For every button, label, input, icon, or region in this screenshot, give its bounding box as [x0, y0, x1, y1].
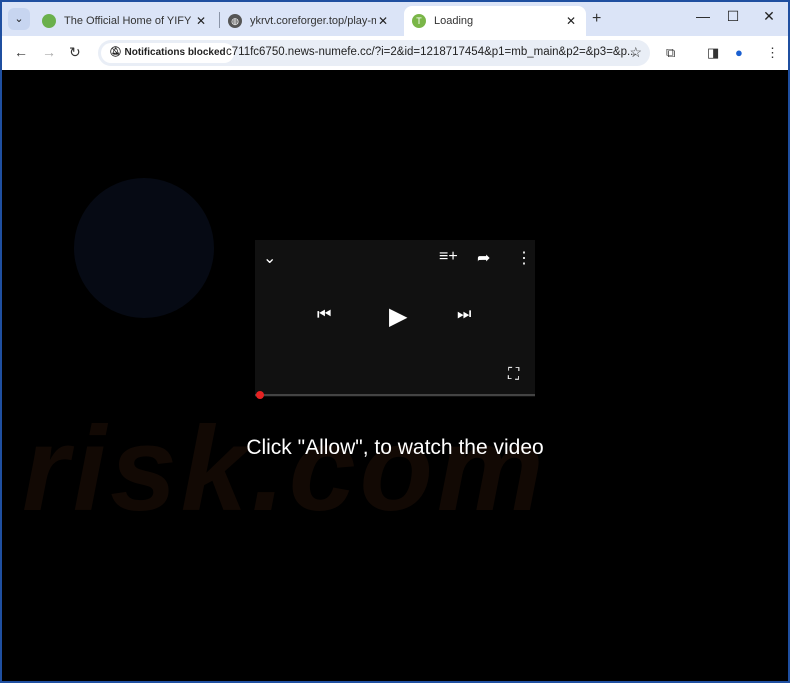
side-panel-icon[interactable]: ◨ [707, 45, 719, 61]
more-icon[interactable]: ⋮ [516, 248, 532, 268]
profile-icon[interactable]: ● [735, 45, 743, 60]
notifications-blocked-chip[interactable]: 🔕︎ Notifications blocked [101, 43, 234, 63]
previous-icon[interactable]: ⏮︎ [317, 306, 331, 324]
tab-loading[interactable]: T Loading ✕ [404, 6, 586, 36]
new-tab-button[interactable]: + [592, 10, 601, 28]
globe-icon: ◍ [228, 14, 242, 28]
video-player[interactable]: ⌄ ≡+ ➦ ⋮ ⏮︎ ▶ ⏭︎ ⛶ [255, 240, 535, 397]
progress-handle[interactable] [256, 391, 264, 399]
tab-title: Loading [434, 15, 474, 27]
close-tab-icon[interactable]: ✕ [564, 14, 578, 28]
close-tab-icon[interactable]: ✕ [194, 14, 208, 28]
share-icon[interactable]: ➦ [477, 248, 490, 268]
fullscreen-icon[interactable]: ⛶ [508, 366, 519, 384]
maximize-button[interactable]: ☐ [718, 8, 748, 25]
tab-search-button[interactable]: ⌄ [8, 8, 30, 30]
close-tab-icon[interactable]: ✕ [376, 14, 390, 28]
toolbar: ← → ↻ 🔕︎ Notifications blocked c711fc675… [2, 36, 788, 70]
url-text[interactable]: c711fc6750.news-numefe.cc/?i=2&id=121871… [226, 46, 637, 58]
yts-icon [42, 14, 56, 28]
bell-off-icon: 🔕︎ [109, 47, 125, 58]
next-icon[interactable]: ⏭︎ [457, 306, 471, 324]
add-to-queue-icon[interactable]: ≡+ [439, 248, 458, 266]
page-content: risk.com ⌄ ≡+ ➦ ⋮ ⏮︎ ▶ ⏭︎ ⛶ Click "Allow… [2, 70, 788, 681]
tab-coreforger[interactable]: ◍ ykrvt.coreforger.top/play-music ✕ [220, 6, 398, 36]
play-icon[interactable]: ▶ [389, 302, 407, 331]
forward-button[interactable]: → [42, 44, 56, 60]
t-favicon-icon: T [412, 14, 426, 28]
back-button[interactable]: ← [14, 44, 28, 60]
chip-label: Notifications blocked [124, 47, 226, 58]
close-window-button[interactable]: ✕ [754, 8, 784, 25]
bookmark-star-icon[interactable]: ☆ [629, 44, 642, 61]
chevron-down-icon[interactable]: ⌄ [263, 248, 276, 268]
watermark-text: risk.com [22, 402, 548, 536]
tab-title: ykrvt.coreforger.top/play-music [250, 15, 376, 27]
reload-button[interactable]: ↻ [69, 44, 81, 61]
browser-window: ⌄ The Official Home of YIFY Movi ✕ ◍ ykr… [2, 2, 788, 681]
extensions-icon[interactable]: ⧉ [666, 45, 675, 61]
address-bar[interactable]: 🔕︎ Notifications blocked c711fc6750.news… [98, 40, 650, 66]
tab-yify[interactable]: The Official Home of YIFY Movi ✕ [34, 6, 216, 36]
watermark-logo [74, 178, 214, 318]
tab-title: The Official Home of YIFY Movi [64, 15, 194, 27]
menu-icon[interactable]: ⋮ [766, 45, 779, 61]
minimize-button[interactable]: — [688, 8, 718, 24]
tab-bar: ⌄ The Official Home of YIFY Movi ✕ ◍ ykr… [2, 2, 788, 36]
allow-message: Click "Allow", to watch the video [246, 436, 544, 459]
progress-bar[interactable] [255, 394, 535, 396]
